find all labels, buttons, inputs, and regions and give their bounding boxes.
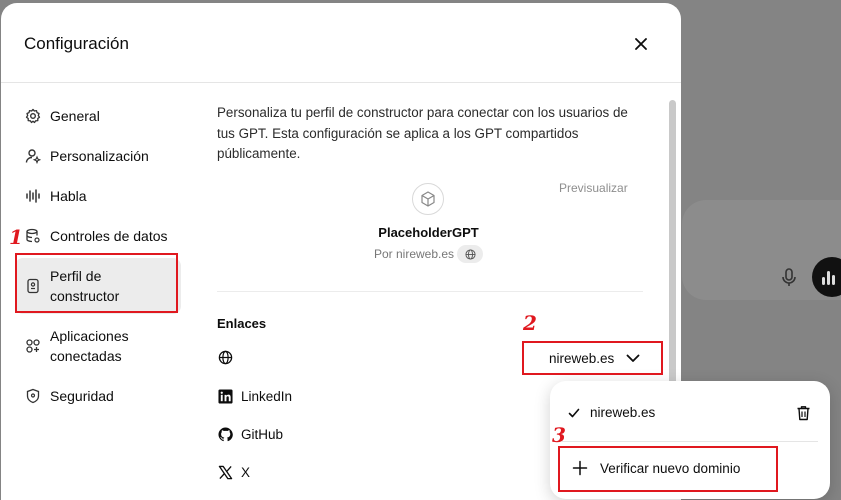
sidebar-item-label: Personalización xyxy=(50,148,149,164)
github-icon xyxy=(217,426,233,442)
link-row-website xyxy=(217,349,241,365)
linkedin-icon xyxy=(217,388,233,404)
links-section-title: Enlaces xyxy=(217,316,267,331)
annotation-number-3: 3 xyxy=(552,423,566,447)
sidebar-item-data-controls[interactable]: Controles de datos xyxy=(15,218,181,254)
database-icon xyxy=(25,228,41,244)
builder-profile-panel: Personaliza tu perfil de constructor par… xyxy=(217,103,645,165)
content-scrollbar[interactable] xyxy=(669,100,676,400)
link-row-x[interactable]: X xyxy=(217,464,250,480)
content-divider xyxy=(217,291,643,292)
link-label: X xyxy=(241,464,251,480)
apps-icon xyxy=(25,338,41,354)
annotation-number-1: 1 xyxy=(9,225,23,249)
gear-icon xyxy=(25,108,41,124)
gpt-avatar xyxy=(412,183,444,215)
label-line: conectadas xyxy=(50,348,122,364)
by-line: Por nireweb.es xyxy=(301,245,556,263)
preview-label: Previsualizar xyxy=(559,181,628,195)
annotation-number-2: 2 xyxy=(523,311,537,335)
microphone-icon xyxy=(774,262,804,292)
check-icon xyxy=(568,407,580,419)
label-line: Aplicaciones xyxy=(50,328,129,344)
waveform-icon xyxy=(25,188,41,204)
link-label: LinkedIn xyxy=(241,388,293,404)
trash-icon[interactable] xyxy=(796,405,811,426)
sidebar-item-security[interactable]: Seguridad xyxy=(15,378,181,414)
link-row-linkedin[interactable]: LinkedIn xyxy=(217,388,292,404)
x-logo-icon xyxy=(217,464,233,480)
link-label: GitHub xyxy=(241,426,284,442)
link-row-github[interactable]: GitHub xyxy=(217,426,283,442)
shield-icon xyxy=(25,388,41,404)
by-line-text: Por nireweb.es xyxy=(373,247,455,261)
annotation-box-2 xyxy=(522,341,663,375)
profile-description: Personaliza tu perfil de constructor par… xyxy=(217,105,628,161)
sidebar-item-label: Controles de datos xyxy=(50,228,168,244)
dropdown-item-selected-domain[interactable]: nireweb.es xyxy=(550,405,830,420)
sidebar-item-label: Habla xyxy=(50,188,87,204)
sidebar-item-personalization[interactable]: Personalización xyxy=(15,138,181,174)
sidebar-item-speech[interactable]: Habla xyxy=(15,178,181,214)
globe-icon xyxy=(464,248,476,260)
dropdown-item-label: nireweb.es xyxy=(590,405,656,420)
annotation-box-3 xyxy=(558,446,778,492)
annotation-box-1 xyxy=(15,253,178,313)
globe-badge xyxy=(457,245,484,263)
cube-icon xyxy=(421,191,435,207)
sidebar-item-label: Seguridad xyxy=(50,388,114,404)
sidebar-item-label: Aplicaciones conectadas xyxy=(50,326,129,366)
modal-title: Configuración xyxy=(24,34,129,53)
sidebar-item-general[interactable]: General xyxy=(15,98,181,134)
person-sparkle-icon xyxy=(25,148,41,164)
gpt-name: PlaceholderGPT xyxy=(378,225,479,240)
sidebar-item-connected-apps[interactable]: Aplicaciones conectadas xyxy=(15,318,181,374)
close-icon xyxy=(635,38,647,50)
globe-icon xyxy=(217,349,233,365)
close-button[interactable] xyxy=(629,32,653,56)
dropdown-separator xyxy=(562,441,818,442)
sidebar-item-label: General xyxy=(50,108,100,124)
header-divider xyxy=(1,82,681,83)
